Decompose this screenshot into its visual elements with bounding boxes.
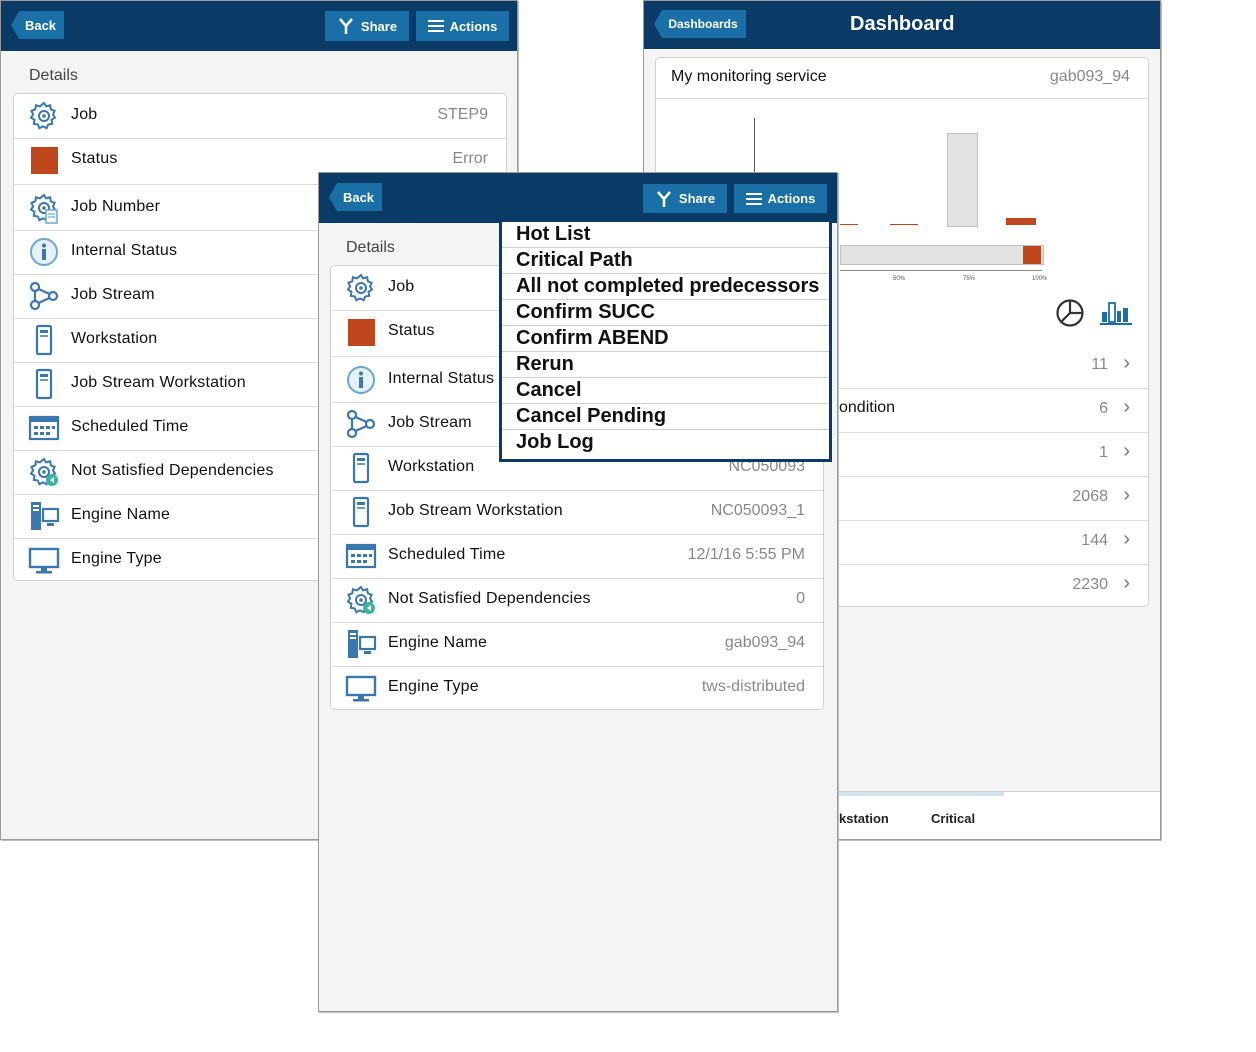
calendar-icon bbox=[28, 412, 60, 444]
axis-tick-50: 50% bbox=[893, 276, 906, 282]
monitor-icon bbox=[345, 672, 377, 704]
menu-item-confirm-succ[interactable]: Confirm SUCC bbox=[502, 300, 829, 326]
gear-dependency-icon bbox=[28, 456, 60, 488]
share-icon bbox=[656, 190, 671, 207]
workstation-icon bbox=[28, 368, 60, 400]
card-divider bbox=[656, 98, 1148, 99]
bar-chart-icon[interactable] bbox=[1100, 300, 1132, 326]
share-button[interactable]: Share bbox=[325, 11, 409, 41]
workstation-icon bbox=[28, 324, 60, 356]
tab-critical[interactable]: Critical bbox=[931, 811, 975, 826]
menu-item-rerun[interactable]: Rerun bbox=[502, 352, 829, 378]
service-engine: gab093_94 bbox=[1049, 68, 1130, 85]
menu-item-cancel-pending[interactable]: Cancel Pending bbox=[502, 404, 829, 430]
list-item[interactable]: 11 › bbox=[839, 344, 1148, 389]
progress-track bbox=[840, 245, 1044, 265]
tab-workstation[interactable]: kstation bbox=[839, 811, 889, 826]
progress-axis bbox=[840, 270, 1042, 271]
workstation-icon bbox=[345, 496, 377, 528]
server-icon bbox=[345, 628, 377, 660]
gear-doc-icon bbox=[28, 192, 60, 224]
menu-icon bbox=[427, 20, 444, 32]
progress-fill bbox=[1023, 246, 1041, 264]
info-icon bbox=[28, 236, 60, 268]
menu-item-hot-list[interactable]: Hot List bbox=[502, 222, 829, 248]
chevron-right-icon: › bbox=[1123, 528, 1130, 550]
share-icon bbox=[338, 18, 353, 34]
calendar-icon bbox=[345, 540, 377, 572]
axis-tick-100: 100% bbox=[1032, 276, 1048, 282]
back-button[interactable]: Back bbox=[11, 11, 64, 39]
status-square-icon bbox=[31, 147, 58, 174]
menu-item-job-log[interactable]: Job Log bbox=[502, 430, 829, 455]
dashboard-list: 11 › ondition 6 › 1 › 2068 › 144 › 2230 bbox=[839, 344, 1148, 608]
menu-icon bbox=[745, 192, 762, 205]
actions-menu: Hot List Critical Path All not completed… bbox=[499, 222, 832, 462]
list-item[interactable]: ondition 6 › bbox=[839, 388, 1148, 433]
detail-row-job-stream-workstation[interactable]: Job Stream Workstation NC050093_1 bbox=[331, 490, 823, 535]
workstation-icon bbox=[345, 452, 377, 484]
tab-indicator bbox=[834, 792, 1004, 796]
menu-item-critical-path[interactable]: Critical Path bbox=[502, 248, 829, 274]
service-title: My monitoring service bbox=[671, 68, 827, 85]
chart-bar-orange bbox=[1006, 218, 1036, 225]
menu-item-predecessors[interactable]: All not completed predecessors bbox=[502, 274, 829, 300]
server-icon bbox=[28, 500, 60, 532]
dashboard-title: Dashboard bbox=[850, 13, 955, 35]
actions-button[interactable]: Actions bbox=[416, 11, 509, 41]
chart-bar-tiny-1 bbox=[840, 224, 858, 225]
menu-item-cancel[interactable]: Cancel bbox=[502, 378, 829, 404]
actions-button[interactable]: Actions bbox=[734, 184, 827, 213]
monitor-icon bbox=[28, 544, 60, 576]
list-item[interactable]: 2068 › bbox=[839, 476, 1148, 521]
details-label: Details bbox=[346, 239, 395, 256]
list-item[interactable]: 2230 › bbox=[839, 564, 1148, 608]
status-square-icon bbox=[348, 319, 375, 346]
chevron-right-icon: › bbox=[1123, 572, 1130, 594]
gear-dependency-icon bbox=[345, 584, 377, 616]
pie-chart-icon[interactable] bbox=[1055, 298, 1085, 328]
chevron-right-icon: › bbox=[1123, 484, 1130, 506]
info-icon bbox=[345, 364, 377, 396]
gear-icon bbox=[28, 100, 60, 132]
menu-item-confirm-abend[interactable]: Confirm ABEND bbox=[502, 326, 829, 352]
detail-row-scheduled-time[interactable]: Scheduled Time 12/1/16 5:55 PM bbox=[331, 534, 823, 579]
share-button[interactable]: Share bbox=[643, 184, 727, 213]
detail-row-job[interactable]: Job STEP9 bbox=[14, 94, 506, 139]
detail-row-engine-name[interactable]: Engine Name gab093_94 bbox=[331, 622, 823, 667]
chevron-right-icon: › bbox=[1123, 440, 1130, 462]
list-item[interactable]: 144 › bbox=[839, 520, 1148, 565]
back-button[interactable]: Back bbox=[329, 183, 382, 211]
list-item[interactable]: 1 › bbox=[839, 432, 1148, 477]
chevron-right-icon: › bbox=[1123, 352, 1130, 374]
axis-tick-75: 75% bbox=[963, 276, 976, 282]
gear-icon bbox=[345, 272, 377, 304]
detail-row-dependencies[interactable]: Not Satisfied Dependencies 0 bbox=[331, 578, 823, 623]
job-stream-icon bbox=[345, 408, 377, 440]
chart-bar-tiny-2 bbox=[890, 224, 918, 225]
chart-bar-gray bbox=[947, 133, 978, 227]
chevron-right-icon: › bbox=[1123, 396, 1130, 418]
dashboards-button[interactable]: Dashboards bbox=[654, 10, 746, 38]
details-label: Details bbox=[29, 67, 78, 84]
job-stream-icon bbox=[28, 280, 60, 312]
detail-row-engine-type[interactable]: Engine Type tws-distributed bbox=[331, 666, 823, 710]
